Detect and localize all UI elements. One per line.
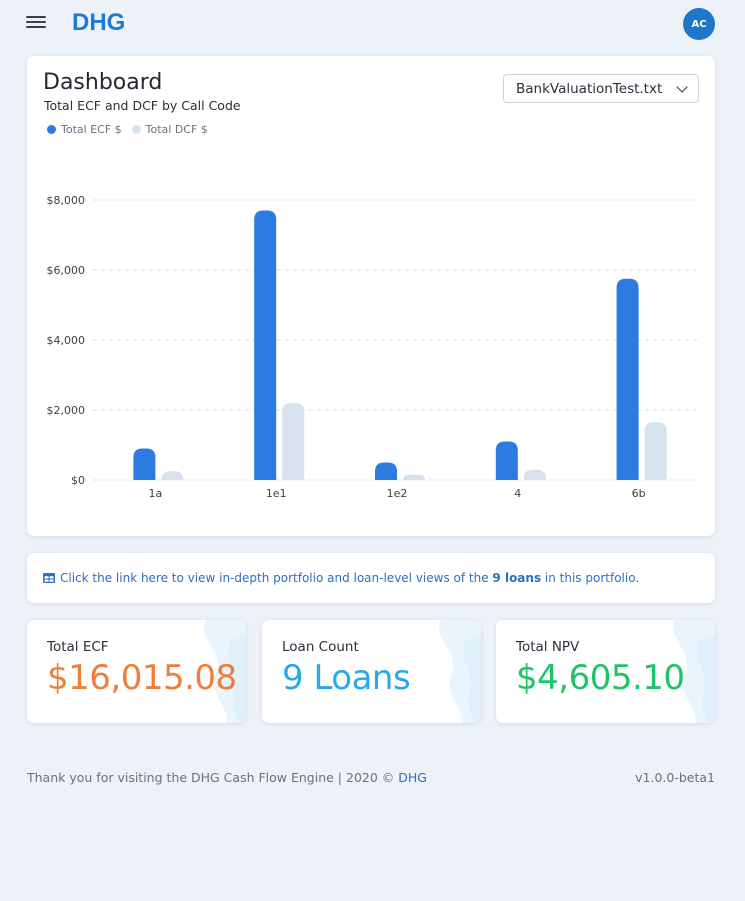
x-tick-label: 4: [514, 487, 521, 500]
bar-dcf: [161, 471, 184, 480]
info-suffix: in this portfolio.: [541, 571, 640, 585]
loan-count-link[interactable]: 9 loans: [492, 571, 541, 585]
version-label: v1.0.0-beta1: [635, 770, 715, 785]
hamburger-menu-icon[interactable]: [26, 14, 48, 30]
portfolio-link-card[interactable]: Click the link here to view in-depth por…: [27, 553, 715, 603]
dashboard-chart-card: Dashboard Total ECF and DCF by Call Code…: [27, 56, 715, 536]
x-tick-label: 1e2: [387, 487, 408, 500]
portfolio-link[interactable]: Click the link here to view in-depth por…: [60, 571, 639, 585]
stat-card-total-ecf: Total ECF $16,015.08: [27, 620, 246, 723]
footer-message: Thank you for visiting the DHG Cash Flow…: [27, 770, 399, 785]
stat-label: Loan Count: [282, 639, 359, 655]
info-prefix: Click the link here to view in-depth por…: [60, 571, 493, 585]
table-icon: [43, 573, 55, 583]
card-decoration: [438, 620, 481, 723]
bar-ecf: [495, 441, 518, 480]
x-tick-label: 6b: [632, 487, 646, 500]
x-tick-label: 1a: [149, 487, 163, 500]
svg-text:DHG: DHG: [72, 9, 125, 34]
bar-dcf: [403, 474, 425, 480]
stat-card-total-npv: Total NPV $4,605.10: [496, 620, 715, 723]
bar-dcf: [644, 422, 667, 480]
top-bar: DHG AC: [0, 0, 745, 48]
user-avatar[interactable]: AC: [683, 8, 715, 40]
footer-text: Thank you for visiting the DHG Cash Flow…: [27, 770, 427, 785]
stat-value: $16,015.08: [47, 658, 237, 698]
y-tick-label: $6,000: [47, 264, 86, 277]
y-tick-label: $0: [71, 474, 85, 487]
dhg-logo[interactable]: DHG: [72, 8, 136, 34]
bar-chart: $0 $2,000 $4,000 $6,000 $8,000 1a 1e1 1e2 4 6b: [47, 194, 697, 500]
stat-value: $4,605.10: [516, 658, 685, 698]
bar-ecf: [133, 448, 156, 480]
stat-label: Total ECF: [47, 639, 109, 655]
stat-value: 9 Loans: [282, 658, 411, 698]
bar-ecf: [616, 278, 639, 480]
footer-dhg-link[interactable]: DHG: [398, 770, 427, 785]
y-tick-label: $2,000: [47, 404, 86, 417]
y-tick-label: $4,000: [47, 334, 86, 347]
bar-ecf: [375, 462, 397, 480]
bar-dcf: [282, 403, 305, 480]
stat-card-loan-count: Loan Count 9 Loans: [262, 620, 481, 723]
x-tick-label: 1e1: [266, 487, 287, 500]
y-tick-label: $8,000: [47, 194, 86, 207]
stat-label: Total NPV: [516, 639, 580, 655]
bar-ecf: [254, 210, 277, 480]
bar-dcf: [523, 469, 546, 480]
